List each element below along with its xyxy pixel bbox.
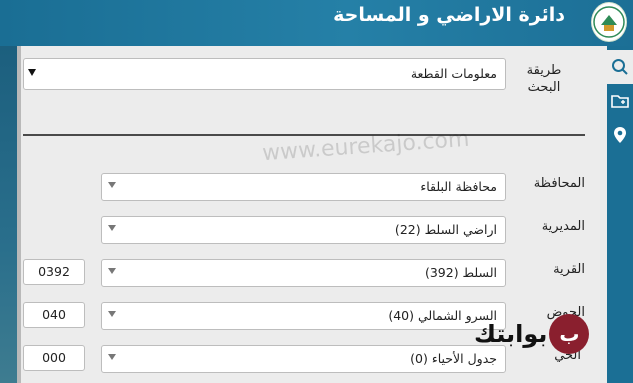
directorate-select[interactable]: اراضي السلط (22) [101,216,506,244]
brand-mark-icon: ب [549,314,590,354]
folder-icon [611,95,629,108]
neighborhood-select[interactable]: جدول الأحياء (0) [101,345,506,373]
folder-tool-button[interactable] [607,84,633,118]
chevron-down-icon [108,311,116,317]
basin-code-field[interactable]: 040 [23,302,85,328]
tool-sidebar [607,46,633,383]
governorate-label: المحافظة [533,176,585,191]
header-title: دائرة الاراضي و المساحة [333,4,565,26]
map-background-strip [0,46,17,383]
village-code-field[interactable]: 0392 [23,259,85,285]
village-select[interactable]: السلط (392) [101,259,506,287]
section-divider [23,134,585,136]
search-method-label: طريقة البحث [526,63,562,95]
app-header: دائرة الاراضي و المساحة [0,0,633,46]
search-method-value: معلومات القطعة [410,66,497,81]
chevron-down-icon [108,354,116,360]
directorate-label: المديرية [541,219,585,234]
governorate-select[interactable]: محافظة البلقاء [101,173,506,201]
brand-overlay: بوابتك ب [474,309,590,359]
chevron-down-icon [108,225,116,231]
basin-select[interactable]: السرو الشمالي (40) [101,302,506,330]
location-tool-button[interactable] [607,118,633,152]
village-label: القرية [553,262,585,277]
neighborhood-code-field[interactable]: 000 [23,345,85,371]
search-tool-button[interactable] [607,50,633,84]
village-value: السلط (392) [424,265,497,280]
search-method-select[interactable]: معلومات القطعة [23,58,506,90]
chevron-down-icon [108,182,116,188]
directorate-value: اراضي السلط (22) [394,222,497,237]
chevron-down-icon [108,268,116,274]
search-icon [612,59,628,75]
location-pin-icon [614,127,626,143]
chevron-down-icon [28,69,36,76]
brand-text: بوابتك [474,320,548,348]
dls-logo [591,2,627,42]
governorate-value: محافظة البلقاء [420,179,497,194]
